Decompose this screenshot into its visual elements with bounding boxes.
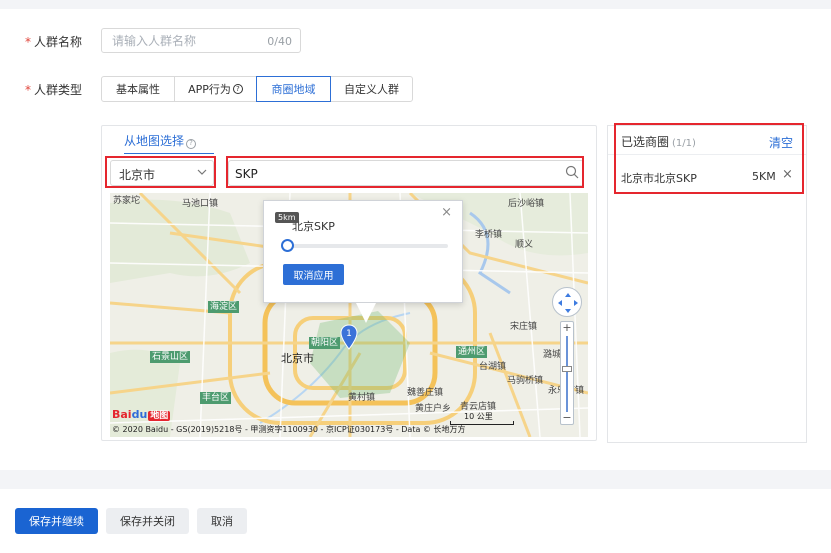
tab-business-district[interactable]: 商圈地域 bbox=[256, 76, 331, 102]
zoom-slider[interactable]: + − bbox=[560, 321, 574, 425]
map-marker-icon[interactable]: 1 bbox=[340, 324, 358, 350]
map-label: 后沙峪镇 bbox=[508, 199, 545, 209]
save-and-continue-button[interactable]: 保存并继续 bbox=[15, 508, 98, 534]
radius-tooltip: 5km bbox=[275, 212, 299, 223]
help-icon[interactable]: ? bbox=[186, 138, 197, 149]
map-label: 马池口镇 bbox=[182, 199, 219, 209]
cancel-button[interactable]: 取消 bbox=[197, 508, 247, 534]
name-input[interactable] bbox=[112, 33, 262, 49]
pan-arrows-icon bbox=[558, 293, 578, 313]
name-input-wrapper[interactable]: 0/40 bbox=[101, 28, 301, 53]
baidu-map-logo: Baidu 地图 bbox=[112, 408, 171, 421]
city-label: 北京市 bbox=[281, 352, 314, 365]
help-icon[interactable]: ? bbox=[232, 84, 243, 94]
district-label: 丰台区 bbox=[200, 392, 232, 404]
tab-select-from-map[interactable]: 从地图选择? bbox=[124, 132, 214, 154]
required-mark: * bbox=[25, 35, 31, 49]
marker-number: 1 bbox=[346, 329, 352, 339]
radius-popup: × 北京SKP 5km 取消应用 bbox=[263, 200, 463, 323]
zoom-in-button[interactable]: + bbox=[561, 322, 573, 334]
radius-slider[interactable] bbox=[286, 244, 448, 248]
name-label: * 人群名称 bbox=[25, 35, 83, 49]
map-copyright: © 2020 Baidu - GS(2019)5218号 - 甲测资字11009… bbox=[112, 425, 466, 434]
tab-custom-audience[interactable]: 自定义人群 bbox=[330, 76, 413, 102]
map-pan-control[interactable] bbox=[552, 287, 582, 317]
map-label: 宋庄镇 bbox=[510, 322, 538, 332]
map-label: 苏家坨 bbox=[113, 196, 141, 206]
district-label: 石景山区 bbox=[150, 351, 191, 363]
highlight-city-select bbox=[105, 156, 216, 188]
type-segmented-control: 基本属性 APP行为? 商圈地域 自定义人群 bbox=[101, 76, 413, 102]
zoom-out-button[interactable]: − bbox=[561, 412, 573, 424]
map-label: 马驹桥镇 bbox=[507, 376, 544, 386]
map-label: 魏善庄镇 bbox=[407, 388, 444, 398]
district-label: 朝阳区 bbox=[309, 337, 341, 349]
required-mark: * bbox=[25, 83, 31, 97]
tab-app-behavior[interactable]: APP行为? bbox=[174, 76, 257, 102]
close-icon[interactable]: × bbox=[441, 205, 452, 220]
type-label: * 人群类型 bbox=[25, 83, 83, 97]
map-label: 台湖镇 bbox=[479, 362, 507, 372]
district-label: 通州区 bbox=[456, 346, 488, 358]
zoom-slider-thumb[interactable] bbox=[562, 366, 572, 372]
map-label: 黄村镇 bbox=[348, 393, 376, 403]
district-label: 海淀区 bbox=[208, 301, 240, 313]
radius-slider-handle[interactable] bbox=[281, 239, 294, 252]
save-and-close-button[interactable]: 保存并关闭 bbox=[106, 508, 189, 534]
name-char-count: 0/40 bbox=[267, 35, 292, 48]
tab-basic-attributes[interactable]: 基本属性 bbox=[101, 76, 175, 102]
map-label: 李桥镇 bbox=[475, 230, 503, 240]
cancel-apply-button[interactable]: 取消应用 bbox=[283, 264, 344, 285]
map-scale: 10 公里 bbox=[450, 411, 514, 425]
map-zoom-control: + − bbox=[552, 287, 582, 435]
map-label: 顺义 bbox=[515, 240, 534, 250]
map-label: 黄庄户乡 bbox=[415, 404, 452, 414]
highlight-selected-panel bbox=[614, 123, 804, 194]
highlight-search-box bbox=[226, 156, 584, 188]
